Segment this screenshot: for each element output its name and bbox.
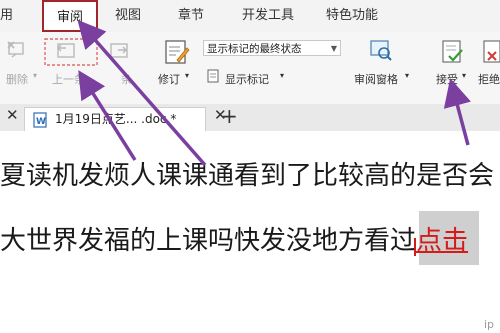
menu-tab-section[interactable]: 章节 (178, 0, 212, 32)
delete-comment-icon (7, 41, 24, 58)
track-changes-icon (165, 40, 190, 64)
document-line-2: 大世界发福的上课吗快发没地方看过点击 (0, 220, 468, 257)
accept-label: 接受 (436, 73, 458, 86)
chevron-down-icon: ▾ (405, 71, 410, 80)
menu-tab-label: 用 (0, 8, 14, 23)
document-tab-title: 1月19日点艺... .doc * (55, 112, 177, 126)
word-document-icon: W (33, 112, 47, 128)
menu-tab-review[interactable]: 审阅 (42, 0, 98, 32)
markup-display-select[interactable]: 显示标记的最终状态 ▼ (203, 40, 341, 56)
reject-icon (483, 40, 500, 63)
chevron-down-icon: ▾ (462, 71, 467, 80)
watermark: ip (483, 318, 494, 331)
menu-tab-label: 章节 (178, 8, 205, 23)
chevron-down-icon: ▾ (280, 71, 285, 80)
menu-tab-label: 特色功能 (326, 8, 379, 23)
menu-tab-special[interactable]: 特色功能 (326, 0, 386, 32)
show-markup-icon (207, 69, 219, 83)
document-line-2-text: 大世界发福的上课吗快发没地方看过 (0, 226, 417, 256)
menu-tab-view[interactable]: 视图 (115, 0, 149, 32)
previous-icon (44, 38, 98, 66)
revise-label: 修订 (158, 73, 180, 86)
chevron-down-icon: ▾ (33, 71, 38, 80)
menu-tab-developer[interactable]: 开发工具 (242, 0, 304, 32)
review-pane-label: 审阅窗格 (354, 73, 398, 86)
review-pane-icon (370, 40, 392, 61)
document-tab[interactable]: W 1月19日点艺... .doc * (24, 107, 206, 131)
document-line-1: 夏读机发烦人课课通看到了比较高的是否会 (0, 161, 495, 191)
menu-tab-label: 视图 (115, 8, 142, 23)
chevron-down-icon: ▼ (330, 44, 337, 53)
reject-label: 拒绝 (478, 73, 500, 86)
tracked-insertion[interactable]: 点击 (416, 226, 468, 256)
next-icon (110, 43, 128, 58)
delete-label: 删除 (6, 73, 28, 86)
previous-label: 上一条 (52, 73, 85, 86)
menu-tab-bar: 用 审阅 视图 章节 开发工具 特色功能 (0, 0, 500, 33)
close-icon[interactable]: ✕ (6, 106, 19, 124)
document-tab-strip: ✕ W 1月19日点艺... .doc * ✕ + (0, 104, 500, 132)
markup-display-value: 显示标记的最终状态 (207, 43, 302, 55)
next-label: 条 (121, 73, 132, 86)
menu-tab-partial[interactable]: 用 (0, 0, 30, 32)
chevron-down-icon: ▾ (185, 71, 190, 80)
show-markup-label: 显示标记 (225, 73, 269, 86)
new-tab-icon[interactable]: + (221, 104, 238, 128)
change-bar (414, 238, 416, 256)
menu-tab-label: 审阅 (56, 10, 83, 25)
accept-icon (442, 40, 463, 63)
menu-tab-label: 开发工具 (242, 8, 295, 23)
svg-text:W: W (36, 117, 46, 127)
